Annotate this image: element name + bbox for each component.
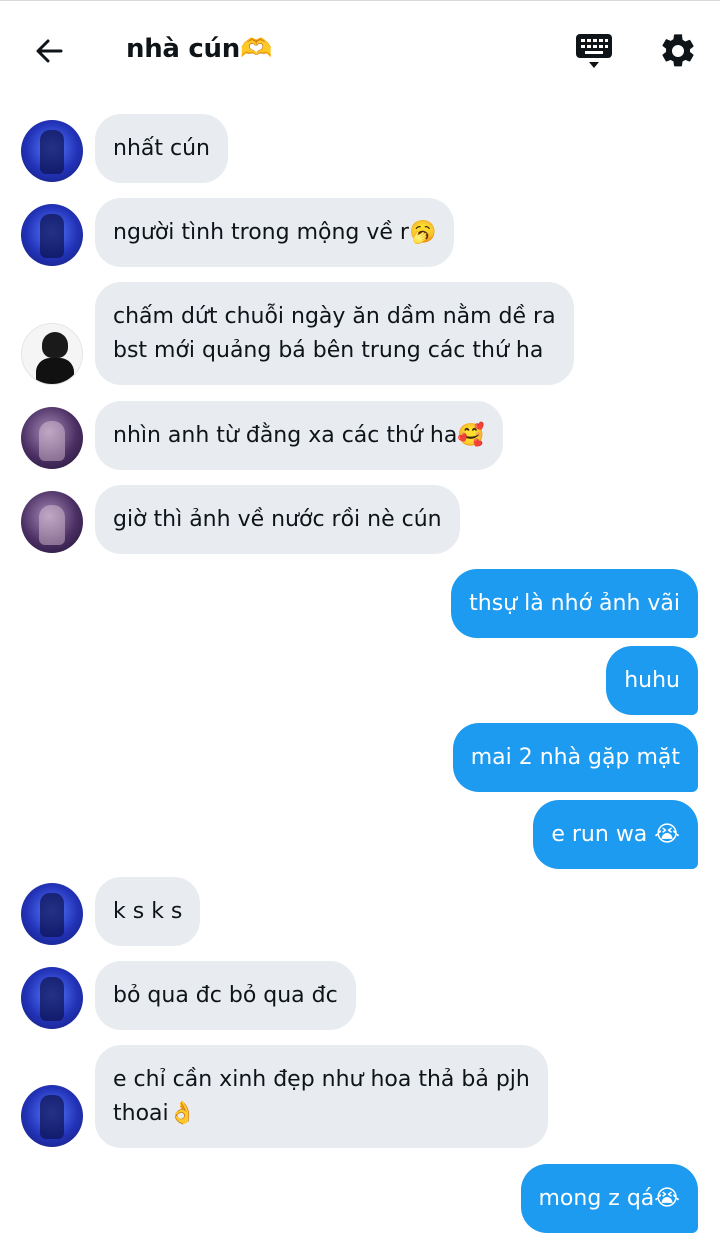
avatar[interactable] bbox=[21, 491, 83, 553]
message-text: e run wa 😭 bbox=[551, 822, 680, 847]
message-text-line: bst mới quảng bá bên trung các thứ ha bbox=[113, 338, 544, 363]
avatar[interactable] bbox=[21, 967, 83, 1029]
incoming-message-bubble[interactable]: nhất cún bbox=[95, 114, 228, 183]
incoming-message-bubble[interactable]: nhìn anh từ đằng xa các thứ ha🥰 bbox=[95, 401, 503, 470]
message-text: mong z qá😭 bbox=[538, 1186, 681, 1211]
message-text-line: e chỉ cần xinh đẹp như hoa thả bả pjh bbox=[113, 1067, 530, 1092]
message-text: k s k s bbox=[113, 899, 183, 924]
avatar[interactable] bbox=[21, 120, 83, 182]
message-text: mai 2 nhà gặp mặt bbox=[470, 745, 680, 770]
outgoing-message-bubble[interactable]: huhu bbox=[606, 646, 698, 715]
keyboard-button[interactable] bbox=[574, 31, 614, 71]
title-emoji: 🫶 bbox=[239, 34, 273, 64]
message-text: người tình trong mộng về r🥱 bbox=[113, 220, 437, 245]
arrow-left-icon bbox=[36, 39, 63, 63]
keyboard-icon bbox=[576, 34, 612, 68]
message-text-line: chấm dứt chuỗi ngày ăn dầm nằm dề ra bbox=[113, 304, 556, 329]
message-text: huhu bbox=[624, 668, 680, 693]
avatar[interactable] bbox=[21, 407, 83, 469]
outgoing-message-bubble[interactable]: mai 2 nhà gặp mặt bbox=[452, 723, 698, 792]
avatar[interactable] bbox=[21, 883, 83, 945]
avatar[interactable] bbox=[21, 323, 83, 385]
gear-icon bbox=[662, 34, 694, 67]
incoming-message-bubble[interactable]: bỏ qua đc bỏ qua đc bbox=[95, 961, 356, 1030]
incoming-message-bubble[interactable]: giờ thì ảnh về nước rồi nè cún bbox=[95, 485, 460, 554]
conversation-title-text: nhà cún bbox=[126, 34, 240, 64]
message-text: thsự là nhớ ảnh vãi bbox=[469, 591, 680, 616]
outgoing-message-bubble[interactable]: e run wa 😭 bbox=[533, 800, 698, 869]
incoming-message-bubble[interactable]: người tình trong mộng về r🥱 bbox=[95, 198, 455, 267]
message-text: giờ thì ảnh về nước rồi nè cún bbox=[113, 507, 442, 532]
incoming-message-bubble[interactable]: e chỉ cần xinh đẹp như hoa thả bả pjh th… bbox=[95, 1045, 548, 1148]
message-text-line: thoai👌 bbox=[113, 1101, 197, 1126]
message-text: bỏ qua đc bỏ qua đc bbox=[113, 983, 338, 1008]
incoming-message-bubble[interactable]: chấm dứt chuỗi ngày ăn dầm nằm dề ra bst… bbox=[95, 282, 574, 385]
avatar[interactable] bbox=[21, 1085, 83, 1147]
outgoing-message-bubble[interactable]: thsự là nhớ ảnh vãi bbox=[451, 569, 698, 638]
incoming-message-bubble[interactable]: k s k s bbox=[95, 877, 201, 946]
message-text: nhất cún bbox=[113, 136, 210, 161]
settings-button[interactable] bbox=[658, 31, 698, 71]
avatar[interactable] bbox=[21, 204, 83, 266]
message-text: nhìn anh từ đằng xa các thứ ha🥰 bbox=[113, 423, 485, 448]
conversation-title: nhà cún🫶 bbox=[126, 34, 272, 64]
conversation-header: nhà cún🫶 bbox=[0, 0, 720, 100]
back-button[interactable] bbox=[28, 30, 70, 72]
outgoing-message-bubble[interactable]: mong z qá😭 bbox=[520, 1164, 698, 1233]
